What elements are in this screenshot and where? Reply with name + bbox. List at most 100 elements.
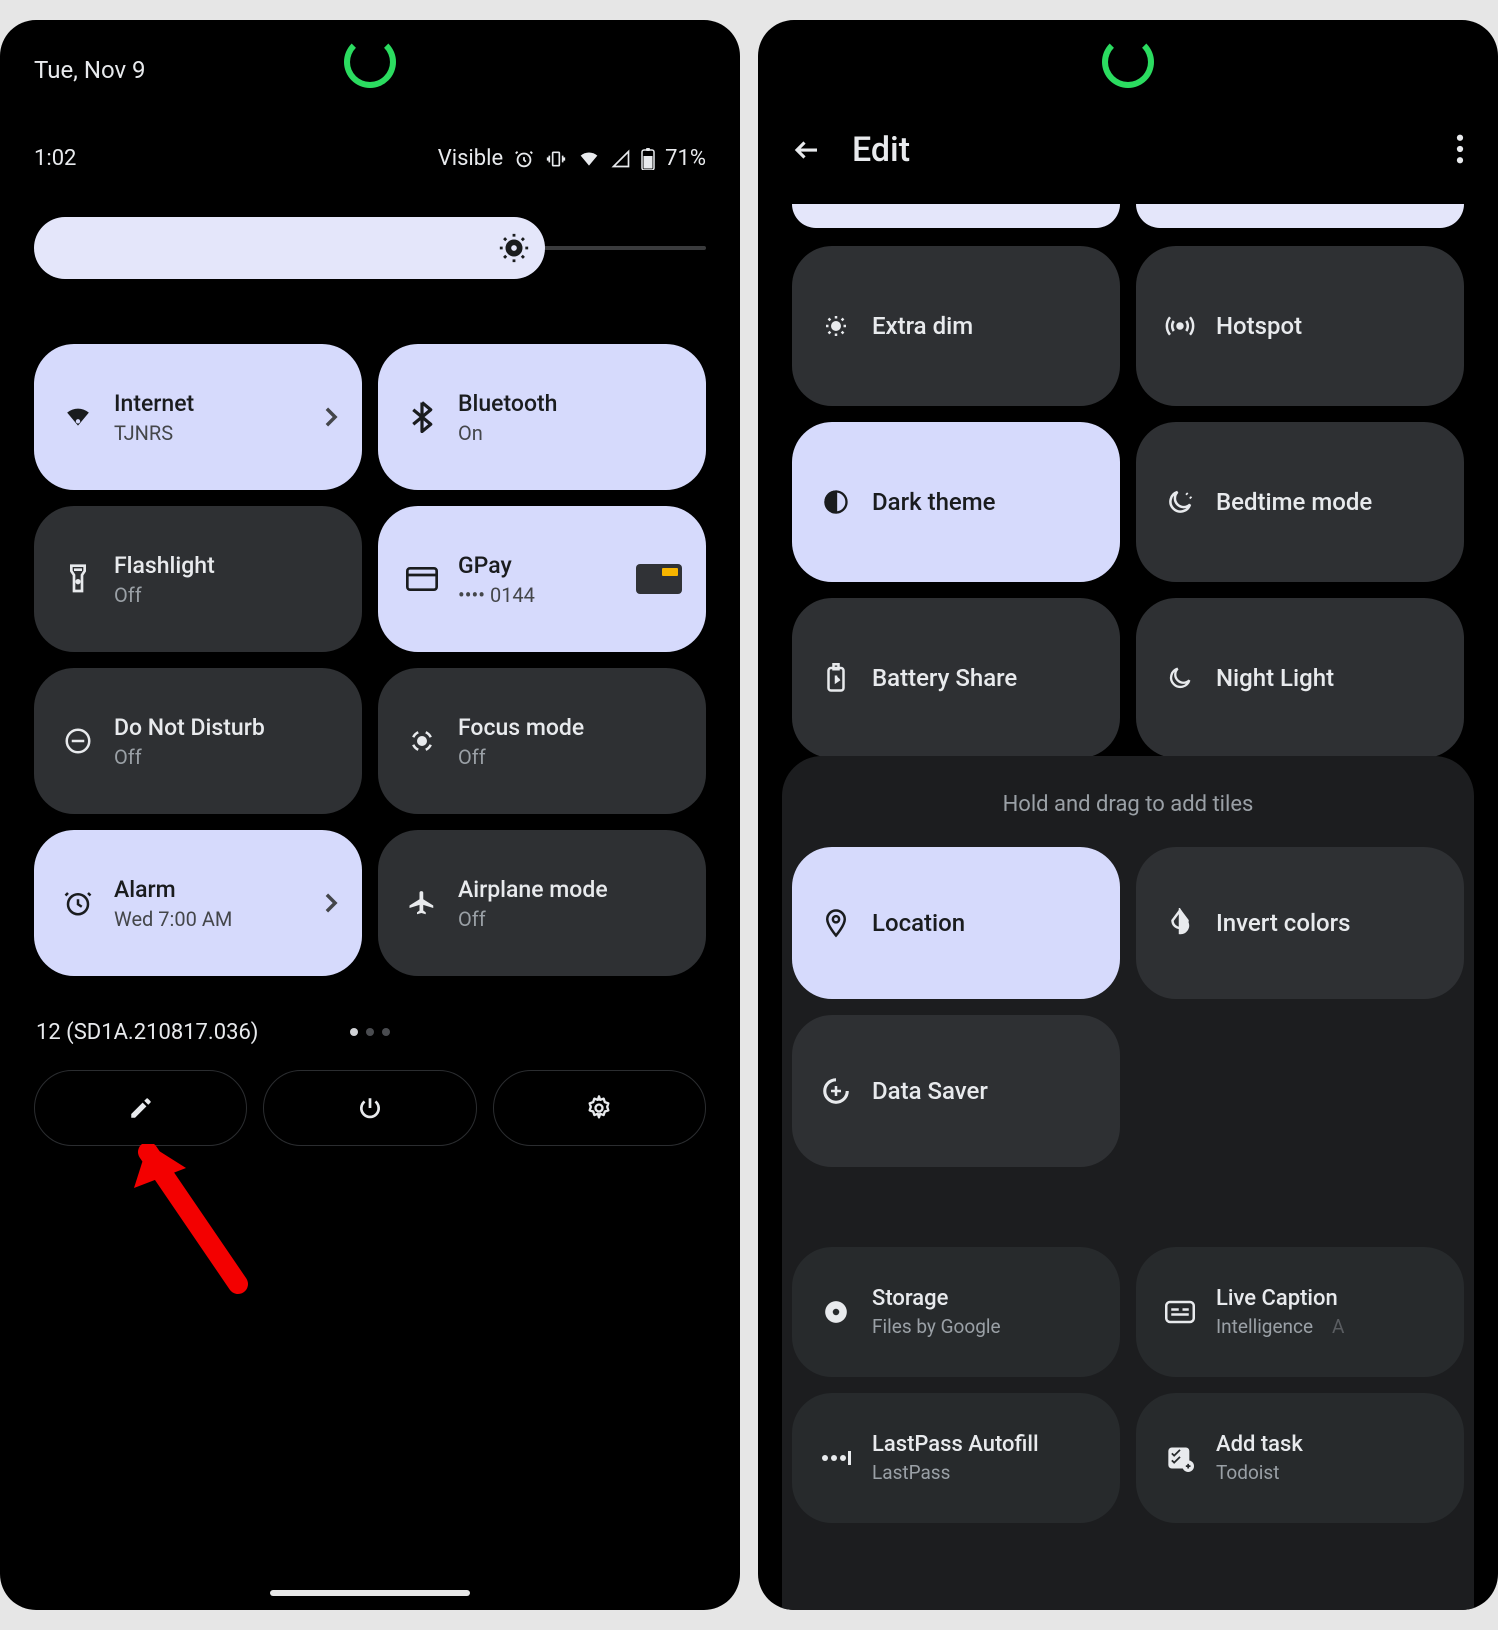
wifi-icon — [58, 404, 98, 430]
chevron-right-icon[interactable] — [324, 406, 338, 428]
loading-spinner-icon — [1102, 36, 1154, 88]
tile-add-task[interactable]: Add task Todoist — [1136, 1393, 1464, 1523]
tile-lastpass[interactable]: LastPass Autofill LastPass — [792, 1393, 1120, 1523]
tile-label: Internet — [114, 390, 308, 417]
tile-label: Invert colors — [1216, 909, 1440, 937]
tile-storage[interactable]: Storage Files by Google — [792, 1247, 1120, 1377]
dnd-icon — [58, 726, 98, 756]
tile-live-caption[interactable]: Live Caption Intelligence A — [1136, 1247, 1464, 1377]
tile-invert-colors[interactable]: Invert colors — [1136, 847, 1464, 999]
pencil-icon — [128, 1095, 154, 1121]
tile-sub: Off — [458, 907, 682, 931]
hotspot-icon — [1160, 311, 1200, 341]
flashlight-icon — [58, 563, 98, 595]
tile-sub: •••• 0144 — [458, 583, 620, 607]
bedtime-icon — [1160, 487, 1200, 517]
settings-button[interactable] — [493, 1070, 706, 1146]
page-title: Edit — [852, 130, 910, 170]
tile-label: Data Saver — [872, 1077, 1096, 1105]
tile-label: Add task — [1216, 1432, 1440, 1457]
tile-sub: Off — [114, 745, 338, 769]
data-saver-icon — [816, 1076, 856, 1106]
chevron-right-icon[interactable] — [324, 892, 338, 914]
tile-label: Flashlight — [114, 552, 338, 579]
tile-label: Bluetooth — [458, 390, 682, 417]
tile-label: Do Not Disturb — [114, 714, 338, 741]
airplane-icon — [402, 888, 442, 918]
tile-label: Storage — [872, 1286, 1096, 1311]
focus-icon — [402, 726, 442, 756]
carrier-label: Visible — [438, 146, 503, 171]
active-tiles-grid: Extra dim Hotspot Dark theme Bedtime mod… — [792, 246, 1464, 758]
screenshot-edit-tiles: Edit Extra dim Hotspot Dark theme Bedtim… — [758, 20, 1498, 1610]
tile-alarm[interactable]: Alarm Wed 7:00 AM — [34, 830, 362, 976]
alarm-icon — [58, 888, 98, 918]
tile-sub: Off — [458, 745, 682, 769]
tile-internet[interactable]: Internet TJNRS — [34, 344, 362, 490]
panel-hint: Hold and drag to add tiles — [792, 792, 1464, 817]
qs-tiles-grid: InternetTJNRS BluetoothOn FlashlightOff … — [34, 344, 706, 976]
tile-bedtime[interactable]: Bedtime mode — [1136, 422, 1464, 582]
tile-label: Alarm — [114, 876, 308, 903]
tile-flashlight[interactable]: Flashlight Off — [34, 506, 362, 652]
status-time: 1:02 — [34, 146, 76, 171]
tile-label: Night Light — [1216, 664, 1440, 692]
signal-icon — [611, 149, 631, 169]
tile-dnd[interactable]: Do Not Disturb Off — [34, 668, 362, 814]
partial-tiles-row — [792, 204, 1464, 228]
card-icon — [402, 567, 442, 591]
tile-label: Dark theme — [872, 488, 1096, 516]
status-bar: 1:02 Visible 71% — [34, 146, 706, 171]
annotation-arrow — [130, 1144, 250, 1304]
tile-label: Extra dim — [872, 312, 1096, 340]
battery-share-icon — [816, 663, 856, 693]
lastpass-icon — [816, 1449, 856, 1467]
build-number: 12 (SD1A.210817.036) — [36, 1020, 258, 1045]
tile-bluetooth[interactable]: Bluetooth On — [378, 344, 706, 490]
back-button[interactable] — [792, 135, 822, 165]
tile-sub: Todoist — [1216, 1461, 1440, 1484]
dark-theme-icon — [816, 488, 856, 516]
tile-label: Location — [872, 909, 1096, 937]
nav-handle[interactable] — [270, 1590, 470, 1596]
edit-button[interactable] — [34, 1070, 247, 1146]
tile-dark-theme[interactable]: Dark theme — [792, 422, 1120, 582]
tile-focus[interactable]: Focus mode Off — [378, 668, 706, 814]
tile-sub: Intelligence A — [1216, 1315, 1440, 1338]
tile-label: GPay — [458, 552, 620, 579]
tile-label: Battery Share — [872, 664, 1096, 692]
battery-icon — [641, 148, 655, 170]
tile-sub: TJNRS — [114, 421, 308, 445]
disc-icon — [816, 1299, 856, 1325]
caption-icon — [1160, 1300, 1200, 1324]
tile-sub: Off — [114, 583, 338, 607]
more-button[interactable] — [1456, 134, 1464, 164]
available-tiles-panel: Hold and drag to add tiles Location Inve… — [782, 756, 1474, 1610]
brightness-icon — [497, 231, 531, 265]
tile-sub: Files by Google — [872, 1315, 1096, 1338]
tile-location[interactable]: Location — [792, 847, 1120, 999]
tile-hotspot[interactable]: Hotspot — [1136, 246, 1464, 406]
tile-sub: LastPass — [872, 1461, 1096, 1484]
moon-icon — [1160, 664, 1200, 692]
brightness-slider[interactable] — [34, 216, 706, 280]
tile-label: Focus mode — [458, 714, 682, 741]
tile-night-light[interactable]: Night Light — [1136, 598, 1464, 758]
battery-percent: 71% — [665, 146, 706, 171]
gear-icon — [585, 1094, 613, 1122]
tile-data-saver[interactable]: Data Saver — [792, 1015, 1120, 1167]
tile-label: Airplane mode — [458, 876, 682, 903]
tile-label: LastPass Autofill — [872, 1432, 1096, 1457]
tile-sub: On — [458, 421, 682, 445]
wifi-icon — [577, 149, 601, 169]
alarm-icon — [513, 148, 535, 170]
tile-sub: Wed 7:00 AM — [114, 907, 308, 931]
status-date: Tue, Nov 9 — [34, 56, 146, 84]
power-button[interactable] — [263, 1070, 476, 1146]
tile-label: Live Caption — [1216, 1286, 1440, 1311]
tile-battery-share[interactable]: Battery Share — [792, 598, 1120, 758]
tile-gpay[interactable]: GPay •••• 0144 — [378, 506, 706, 652]
tile-extra-dim[interactable]: Extra dim — [792, 246, 1120, 406]
tile-airplane[interactable]: Airplane mode Off — [378, 830, 706, 976]
tile-label: Hotspot — [1216, 312, 1440, 340]
